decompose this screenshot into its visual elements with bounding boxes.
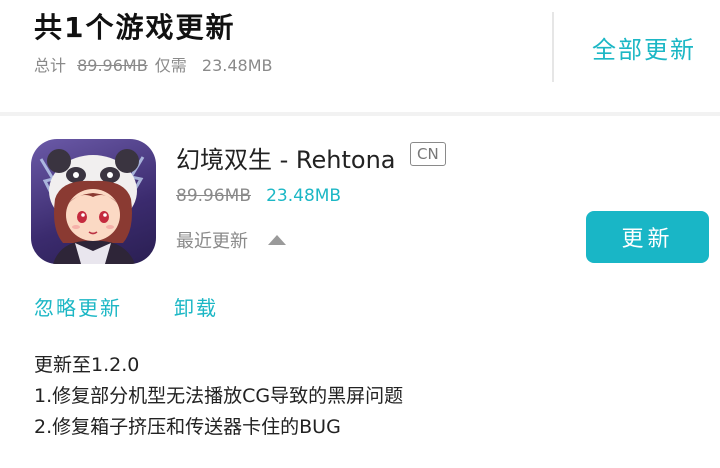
total-size-summary: 总计 89.96MB 仅需 23.48MB [34, 52, 273, 76]
release-note-line: 2.修复箱子挤压和传送器卡住的BUG [34, 416, 341, 438]
total-new-size: 23.48MB [201, 56, 273, 75]
chevron-up-icon [267, 235, 286, 245]
app-old-size: 89.96MB [176, 186, 251, 206]
only-need-label: 仅需 [154, 56, 187, 75]
release-notes: 更新至1.2.0 1.修复部分机型无法播放CG导致的黑屏问题 2.修复箱子挤压和… [34, 350, 403, 443]
uninstall-link[interactable]: 卸载 [174, 292, 218, 321]
app-icon-rehtona[interactable] [31, 139, 156, 264]
page-title: 共1个游戏更新 [34, 11, 236, 44]
recent-update-toggle[interactable]: 最近更新 [176, 227, 286, 253]
app-size-row: 89.96MB 23.48MB [176, 186, 341, 206]
update-summary-header: 共1个游戏更新 总计 89.96MB 仅需 23.48MB 全部更新 [0, 0, 720, 112]
update-button[interactable]: 更新 [586, 211, 709, 263]
section-separator [0, 112, 720, 116]
app-name[interactable]: 幻境双生 - Rehtona [176, 140, 396, 175]
total-old-size: 89.96MB [77, 56, 148, 75]
region-badge: CN [410, 142, 446, 166]
update-all-button[interactable]: 全部更新 [592, 30, 696, 65]
app-new-size: 23.48MB [266, 186, 342, 206]
total-label: 总计 [34, 56, 67, 75]
app-icon-art [39, 149, 145, 264]
release-notes-heading: 更新至1.2.0 [34, 354, 140, 376]
ignore-update-link[interactable]: 忽略更新 [34, 292, 122, 321]
header-divider [552, 12, 554, 82]
release-note-line: 1.修复部分机型无法播放CG导致的黑屏问题 [34, 385, 404, 407]
recent-update-label: 最近更新 [176, 231, 248, 252]
